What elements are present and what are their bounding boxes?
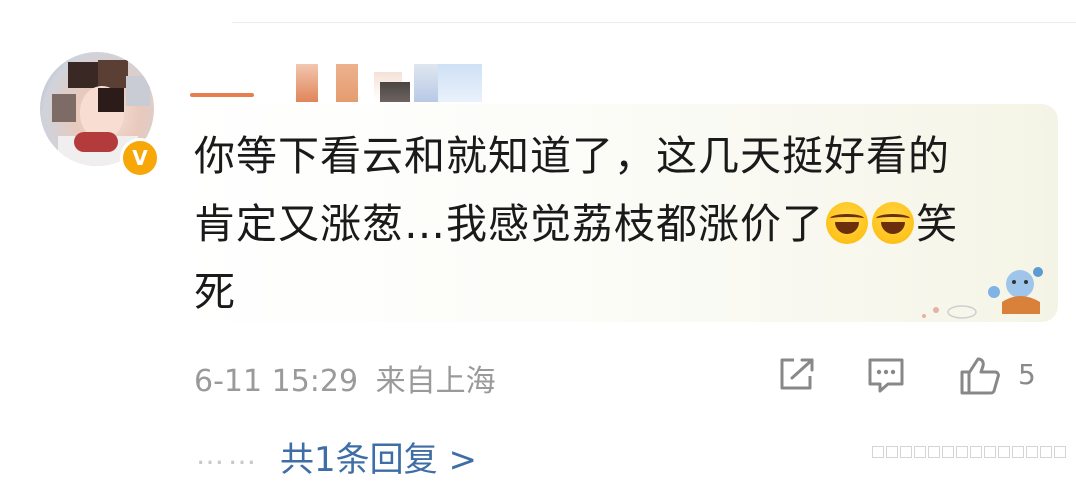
share-icon	[780, 358, 814, 390]
comment-line-1: 你等下看云和就知道了，这几天挺好看的	[194, 132, 950, 180]
like-button[interactable]	[958, 356, 1002, 396]
cartoon-decoration-icon	[922, 267, 1043, 319]
comment-icon	[868, 358, 904, 393]
username-blurred[interactable]	[190, 60, 490, 106]
watermark-dots	[872, 446, 1066, 458]
thumbs-up-icon	[960, 357, 1000, 395]
top-divider	[232, 22, 1076, 23]
replies-dots: ……	[196, 438, 260, 471]
comment-meta: 6-11 15:29 来自上海	[194, 356, 496, 400]
timestamp: 6-11 15:29	[194, 364, 359, 399]
laugh-cry-emoji-icon	[872, 202, 914, 244]
laugh-cry-emoji-icon	[826, 202, 868, 244]
view-replies-link[interactable]: 共1条回复 >	[280, 432, 477, 481]
share-button[interactable]	[778, 356, 816, 392]
location: 来自上海	[375, 364, 496, 399]
verified-badge-icon: V	[120, 138, 160, 178]
comment-button[interactable]	[866, 356, 906, 394]
like-count: 5	[1018, 358, 1036, 391]
comment-line-2: 肯定又涨葱…我感觉荔枝都涨价了笑	[194, 200, 958, 248]
